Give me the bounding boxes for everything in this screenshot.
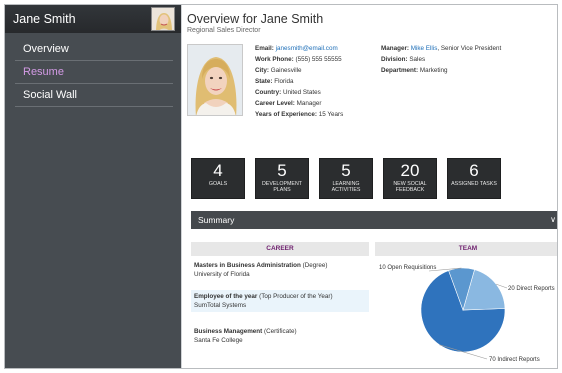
career-item-detail: (Top Producer of the Year)	[259, 293, 333, 300]
profile-photo-image	[188, 45, 242, 115]
goals-tile[interactable]: 4 Goals	[191, 158, 245, 199]
tile-label: Assigned Tasks	[451, 181, 497, 187]
career-level-label: Career Level:	[255, 100, 295, 107]
social-feedback-tile[interactable]: 20 New Social Feedback	[383, 158, 437, 199]
email-link[interactable]: janesmith@email.com	[276, 45, 338, 52]
state-label: State:	[255, 78, 273, 85]
sidebar-item-resume[interactable]: Resume	[15, 61, 173, 84]
division-row: Division: Sales	[381, 54, 501, 65]
app-window: Jane Smith Overview Resume Social Wall O…	[4, 4, 558, 369]
avatar-image	[152, 8, 174, 30]
city-label: City:	[255, 67, 269, 74]
sidebar-item-label: Social Wall	[23, 89, 77, 101]
pie-label-indirect-reports: 70 Indirect Reports	[489, 357, 540, 363]
career-heading: CAREER	[191, 242, 369, 256]
career-item-org: Santa Fe College	[194, 337, 243, 344]
tile-value: 5	[341, 161, 351, 180]
tile-label: Development Plans	[261, 181, 303, 193]
career-item-org: University of Florida	[194, 271, 250, 278]
experience-row: Years of Experience: 15 Years	[255, 109, 343, 120]
career-item: Masters in Business Administration (Degr…	[191, 259, 369, 281]
country-row: Country: United States	[255, 87, 343, 98]
tile-label: Goals	[208, 181, 228, 187]
email-row: Email: janesmith@email.com	[255, 43, 343, 54]
sidebar-item-label: Resume	[23, 66, 64, 78]
email-label: Email:	[255, 45, 274, 52]
sidebar-item-overview[interactable]: Overview	[15, 38, 173, 61]
page-subtitle: Regional Sales Director	[187, 27, 261, 34]
tile-label: Learning Activities	[331, 181, 361, 193]
development-plans-tile[interactable]: 5 Development Plans	[255, 158, 309, 199]
experience-value: 15 Years	[318, 111, 344, 118]
manager-label: Manager:	[381, 45, 409, 52]
department-row: Department: Marketing	[381, 65, 501, 76]
country-value: United States	[282, 89, 321, 96]
career-item-title-row: Employee of the year (Top Producer of th…	[194, 292, 366, 301]
city-row: City: Gainesville	[255, 65, 343, 76]
page-title: Overview for Jane Smith	[187, 12, 324, 26]
work-phone-value: (555) 555 55555	[295, 56, 342, 63]
main-content: Overview for Jane Smith Regional Sales D…	[181, 5, 557, 368]
avatar[interactable]	[151, 7, 175, 31]
department-label: Department:	[381, 67, 419, 74]
manager-row: Manager: Mike Ellis, Senior Vice Preside…	[381, 43, 501, 54]
manager-title: , Senior Vice President	[437, 45, 502, 52]
division-label: Division:	[381, 56, 408, 63]
org-details: Manager: Mike Ellis, Senior Vice Preside…	[381, 43, 501, 76]
tile-value: 6	[469, 161, 479, 180]
department-value: Marketing	[419, 67, 448, 74]
tile-label: New Social Feedback	[393, 181, 427, 193]
work-phone-label: Work Phone:	[255, 56, 294, 63]
team-heading: TEAM	[375, 242, 557, 256]
summary-label: Summary	[198, 215, 235, 225]
career-item-detail: (Degree)	[302, 262, 328, 269]
career-item: Business Management (Certificate) Santa …	[191, 325, 369, 347]
sidebar-header: Jane Smith	[5, 5, 181, 33]
career-level-row: Career Level: Manager	[255, 98, 343, 109]
sidebar-item-social-wall[interactable]: Social Wall	[15, 84, 173, 107]
state-row: State: Florida	[255, 76, 343, 87]
career-item-title-row: Masters in Business Administration (Degr…	[194, 261, 366, 270]
pie-label-direct-reports: 20 Direct Reports	[508, 286, 555, 292]
team-pie-chart: 10 Open Requisitions 20 Direct Reports 7…	[379, 265, 555, 363]
tile-value: 5	[277, 161, 287, 180]
work-phone-row: Work Phone: (555) 555 55555	[255, 54, 343, 65]
city-value: Gainesville	[270, 67, 302, 74]
sidebar-user-name: Jane Smith	[13, 12, 76, 26]
summary-toggle[interactable]: Summary ∨	[191, 211, 557, 229]
learning-activities-tile[interactable]: 5 Learning Activities	[319, 158, 373, 199]
career-level-value: Manager	[296, 100, 322, 107]
career-item-title: Employee of the year	[194, 293, 258, 300]
profile-photo	[187, 44, 243, 116]
career-item: Employee of the year (Top Producer of th…	[191, 290, 369, 312]
tile-value: 4	[213, 161, 223, 180]
country-label: Country:	[255, 89, 282, 96]
career-item-title-row: Business Management (Certificate)	[194, 327, 366, 336]
contact-details: Email: janesmith@email.com Work Phone: (…	[255, 43, 343, 120]
state-value: Florida	[274, 78, 294, 85]
career-item-org: SumTotal Systems	[194, 302, 247, 309]
assigned-tasks-tile[interactable]: 6 Assigned Tasks	[447, 158, 501, 199]
tile-value: 20	[400, 161, 420, 180]
career-item-detail: (Certificate)	[264, 328, 297, 335]
sidebar: Jane Smith Overview Resume Social Wall	[5, 5, 181, 368]
chevron-down-icon: ∨	[550, 215, 556, 224]
division-value: Sales	[409, 56, 426, 63]
manager-link[interactable]: Mike Ellis	[411, 45, 438, 52]
sidebar-item-label: Overview	[23, 43, 69, 55]
career-item-title: Masters in Business Administration	[194, 262, 301, 269]
pie-label-open-requisitions: 10 Open Requisitions	[379, 265, 436, 271]
experience-label: Years of Experience:	[255, 111, 317, 118]
career-item-title: Business Management	[194, 328, 263, 335]
